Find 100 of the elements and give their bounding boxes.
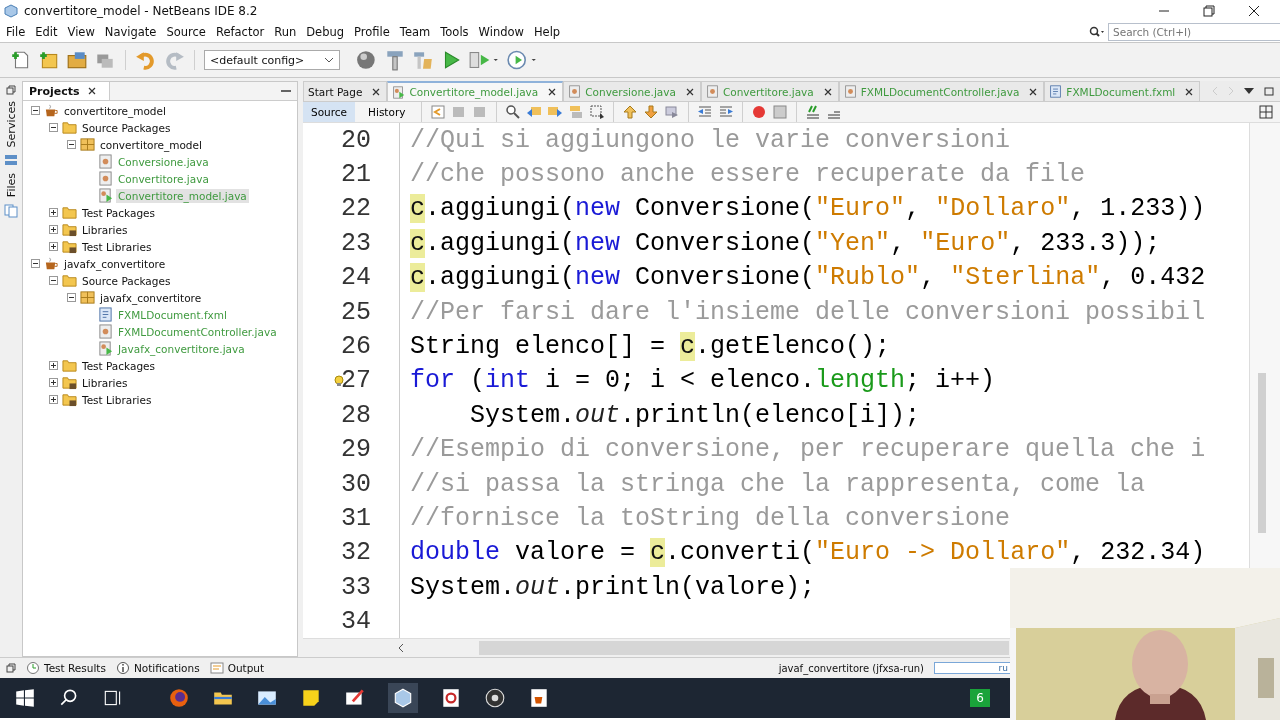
record-icon[interactable] [751,104,768,120]
restore-window-icon[interactable] [6,85,16,95]
browser-icon[interactable] [168,687,190,709]
expander-icon[interactable] [49,225,58,234]
tree-item[interactable]: Conversione.java [116,154,211,169]
tree-item[interactable]: javafx_convertitore [62,256,168,271]
scrollbar-thumb[interactable] [1258,373,1266,533]
run-status-field: ru [934,662,1010,674]
side-tab[interactable]: Files [4,173,18,198]
tree-item[interactable]: Javafx_convertitore.java [116,341,247,356]
expander-icon[interactable] [49,208,58,217]
tree-item[interactable]: Test Packages [80,205,157,220]
tree-item[interactable]: Libraries [80,222,130,237]
shift-left-icon[interactable] [697,104,714,120]
expander-icon[interactable] [67,140,76,149]
close-icon[interactable] [823,87,832,96]
view-tab[interactable]: History [360,102,414,122]
projects-tab[interactable]: Projects [23,82,110,100]
find-next-icon[interactable] [547,104,564,120]
search-field[interactable]: Search (Ctrl+I) [1108,23,1280,41]
tree-item[interactable]: Libraries [80,375,130,390]
scrollbar-thumb[interactable] [479,641,1009,655]
menu-item[interactable]: Refactor [215,25,265,39]
side-tab[interactable]: Services [4,101,18,148]
maximize-icon[interactable] [1264,86,1274,96]
expander-icon[interactable] [49,123,58,132]
expander-icon[interactable] [49,276,58,285]
menu-item[interactable]: File [6,25,26,39]
code-line: //si passa la stringa che la rappresenta, come la [409,469,1146,499]
new-project-icon[interactable] [38,49,60,71]
tree-item[interactable]: javafx_convertitore [98,290,204,305]
expander-icon[interactable] [31,259,40,268]
expander-icon[interactable] [49,378,58,387]
menu-item[interactable]: Window [478,25,524,39]
expander-icon[interactable] [49,361,58,370]
cube-icon[interactable] [388,683,418,713]
search-icon[interactable] [505,104,522,120]
close-icon[interactable] [1185,87,1194,96]
tree-item[interactable]: Test Libraries [80,239,154,254]
expander-icon[interactable] [49,242,58,251]
view-tab[interactable]: Source [303,102,356,122]
close-icon[interactable] [1029,87,1038,96]
tree-item[interactable]: Test Packages [80,358,157,373]
tree-item[interactable]: Source Packages [80,120,173,135]
restore-icon[interactable] [1203,5,1215,17]
line-number: 25 [341,297,371,327]
menu-item[interactable]: Edit [35,25,58,39]
coffee-cup-icon[interactable] [528,687,550,709]
previous-bookmark-icon[interactable] [622,104,639,120]
bottom-tab[interactable]: Test Results [26,661,106,675]
drawing-app-icon[interactable] [440,687,462,709]
next-bookmark-icon[interactable] [643,104,660,120]
find-previous-icon[interactable] [526,104,543,120]
sticky-note-icon[interactable] [300,687,322,709]
hammer-icon[interactable] [384,49,406,71]
menu-item[interactable]: Navigate [104,25,157,39]
tree-item[interactable]: convertitore_model [98,137,204,152]
menu-item[interactable]: Profile [354,25,390,39]
split-icon[interactable] [1258,104,1274,120]
close-icon[interactable] [548,88,557,96]
close-icon[interactable] [685,87,694,96]
debug-icon[interactable] [468,49,500,71]
close-icon[interactable] [1248,5,1260,17]
menu-item[interactable]: Team [399,25,431,39]
open-project-icon[interactable] [66,49,88,71]
menu-item[interactable]: Source [166,25,206,39]
menu-item[interactable]: Help [533,25,561,39]
scroll-left-icon[interactable] [398,643,404,653]
tree-item[interactable]: Convertitore.java [116,171,211,186]
start-icon[interactable] [14,687,36,709]
menu-item[interactable]: Run [274,25,297,39]
comment-icon[interactable] [805,104,822,120]
tree-item[interactable]: FXMLDocument.fxml [116,307,229,322]
expander-icon[interactable] [31,106,40,115]
config-select[interactable]: <default config> [204,50,340,70]
tree-item[interactable]: Source Packages [80,273,173,288]
selection-icon[interactable] [589,104,606,120]
expander-icon[interactable] [49,395,58,404]
tree-item[interactable]: convertitore_model [62,103,168,118]
globe-icon[interactable] [356,49,378,71]
coffee-cup-icon [44,103,59,118]
tree-item[interactable]: Test Libraries [80,392,154,407]
restore-window-icon[interactable] [6,663,16,673]
bottom-tab[interactable]: Output [209,661,265,675]
close-icon[interactable] [87,87,96,95]
library-folder-icon [62,222,77,237]
recorder-icon[interactable] [484,687,506,709]
menu-item[interactable]: Tools [440,25,469,39]
info-icon [115,661,130,675]
dropdown-caret-icon[interactable] [1244,88,1254,94]
expander-icon[interactable] [67,293,76,302]
profile-icon[interactable] [506,49,538,71]
library-folder-icon [62,392,77,407]
menu-item[interactable]: View [67,25,95,39]
tree-item[interactable]: FXMLDocumentController.java [116,324,279,339]
editor-tab[interactable]: Start Page [303,81,388,101]
shift-right-icon[interactable] [718,104,735,120]
bottom-tab[interactable]: Notifications [115,661,200,675]
close-icon[interactable] [372,87,381,96]
menu-item[interactable]: Debug [306,25,345,39]
